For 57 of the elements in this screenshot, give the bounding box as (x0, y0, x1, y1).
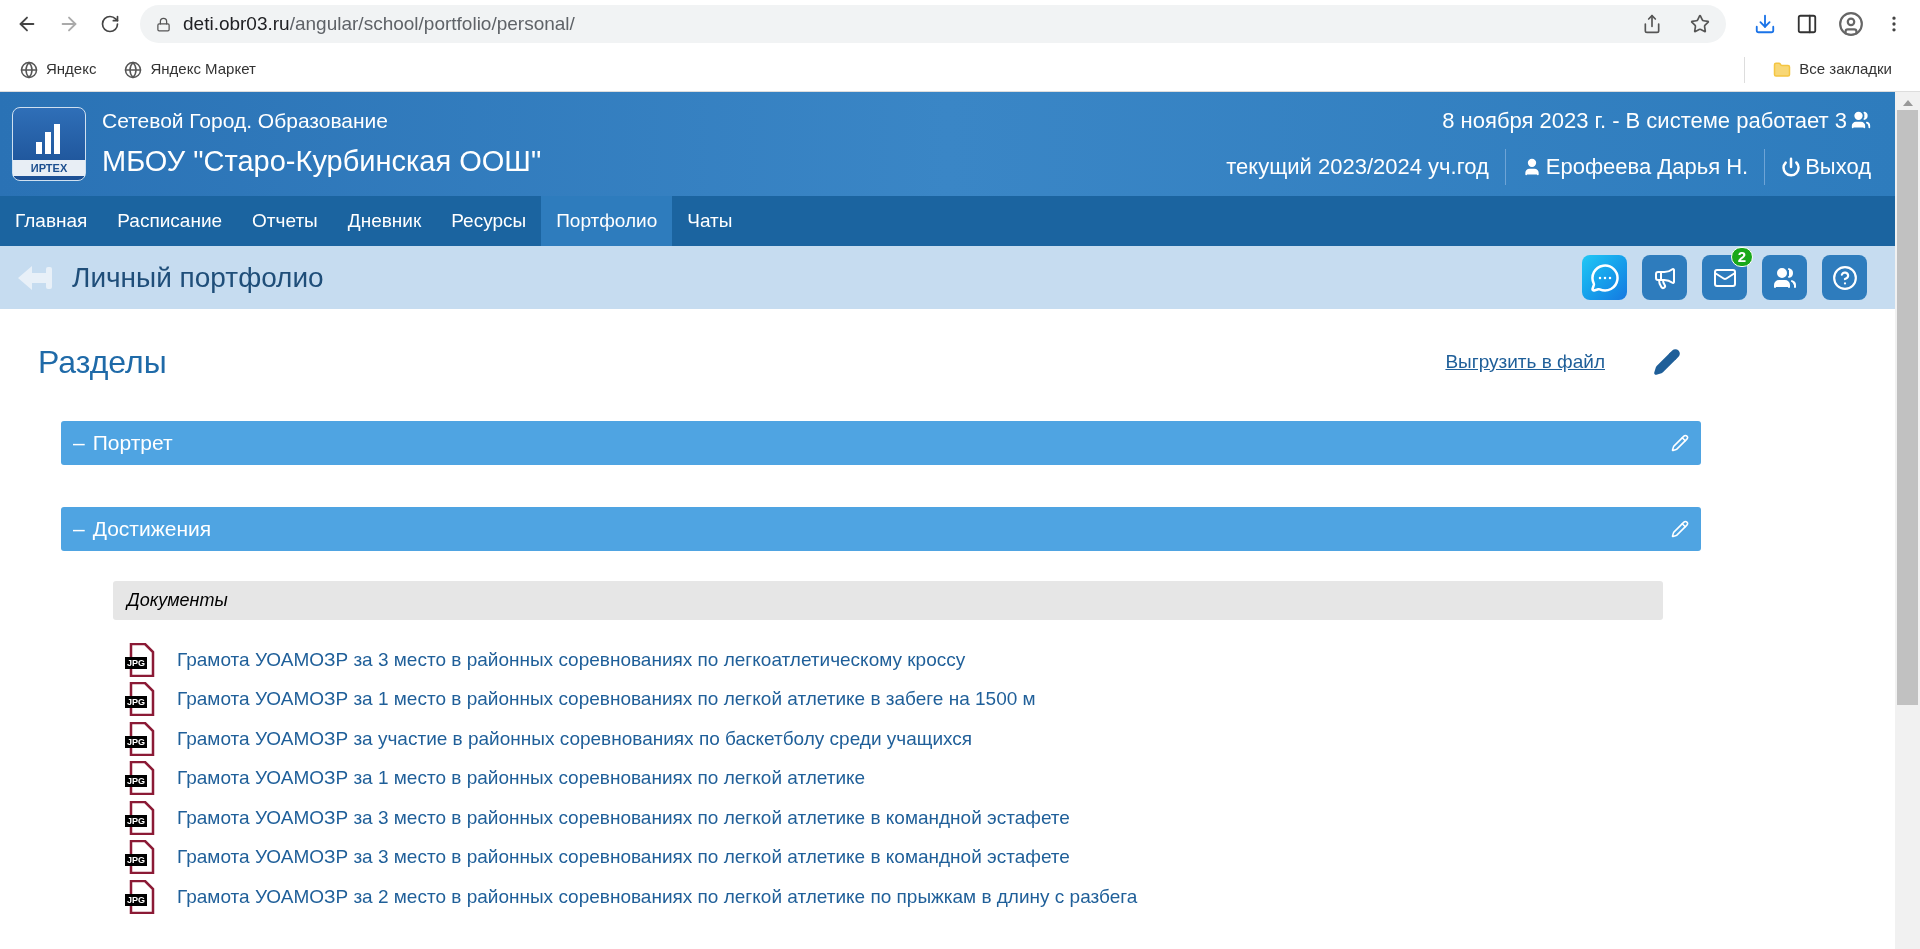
power-icon (1781, 156, 1802, 177)
school-name: МБОУ "Старо-Курбинская ООШ" (102, 144, 542, 179)
chat-bubble-icon (1589, 262, 1620, 293)
edit-icon[interactable] (1653, 348, 1681, 376)
bookmark-link[interactable]: Яндекс Маркет (150, 58, 256, 81)
nav-tab[interactable]: Отчеты (237, 196, 333, 246)
share-icon[interactable] (1642, 14, 1662, 34)
online-status: 8 ноября 2023 г. - В системе работает 3 (1442, 106, 1847, 135)
document-link[interactable]: Грамота УОАМОЗР за 1 место в районных соревнованиях по легкой атлетике в забеге на 1500 м (177, 685, 1036, 714)
address-bar[interactable]: deti.obr03.ru/angular/school/portfolio/personal/ (140, 5, 1726, 43)
user-name[interactable]: Ерофеева Дарья Н. (1545, 150, 1749, 183)
documents-heading: Документы (113, 581, 1663, 620)
document-link[interactable]: Грамота УОАМОЗР за 1 место в районных соревнованиях по легкой атлетике (177, 764, 866, 793)
unread-badge: 2 (1730, 247, 1753, 267)
contacts-button[interactable] (1762, 255, 1807, 300)
reload-icon[interactable] (100, 14, 120, 34)
section-title: Достижения (92, 516, 212, 543)
users-icon (1851, 110, 1871, 130)
bookmark-star-icon[interactable] (1690, 14, 1710, 34)
nav-tab[interactable]: Расписание (102, 196, 238, 246)
scrollbar[interactable] (1895, 92, 1920, 949)
help-button[interactable] (1822, 255, 1867, 300)
scroll-up-icon[interactable] (1902, 100, 1913, 106)
document-link[interactable]: Грамота УОАМОЗР за 3 место в районных соревнованиях по легкой атлетике в командной эстафете (177, 803, 1070, 832)
document-link[interactable]: Грамота УОАМОЗР за 2 место в районных соревнованиях по легкой атлетике по прыжкам в длину с разбега (177, 882, 1138, 911)
megaphone-icon (1652, 265, 1677, 290)
download-icon[interactable] (1754, 13, 1776, 35)
users-icon (1772, 265, 1797, 290)
page-title: Личный портфолио (72, 260, 324, 295)
nav-tab[interactable]: Дневник (332, 196, 437, 246)
folder-icon (1773, 60, 1792, 79)
globe-icon (124, 60, 143, 79)
nav-tab[interactable]: Ресурсы (436, 196, 542, 246)
export-link[interactable]: Выгрузить в файл (1445, 347, 1605, 377)
lock-icon (156, 16, 171, 32)
section-title: Портрет (92, 430, 173, 457)
logo-text: ИРТЕХ (13, 159, 85, 176)
school-year[interactable]: текущий 2023/2024 уч.год (1226, 150, 1505, 183)
logout-link[interactable]: Выход (1805, 150, 1871, 183)
document-link[interactable]: Грамота УОАМОЗР за 3 место в районных соревнованиях по легкоатлетическому кроссу (177, 645, 966, 674)
announcements-button[interactable] (1642, 255, 1687, 300)
nav-tab[interactable]: Портфолио (541, 196, 673, 246)
document-link[interactable]: Грамота УОАМОЗР за участие в районных соревнованиях по баскетболу среди учащихся (177, 724, 973, 753)
profile-icon[interactable] (1838, 11, 1864, 37)
bookmark-link[interactable]: Яндекс (46, 58, 97, 81)
system-name: Сетевой Город. Образование (102, 107, 389, 134)
help-icon (1831, 264, 1858, 291)
nav-tab[interactable]: Чаты (672, 196, 748, 246)
sections-heading: Разделы (38, 343, 167, 382)
bookmark-folder[interactable]: Все закладки (1799, 58, 1892, 81)
chat-button[interactable] (1582, 255, 1627, 300)
url-text: deti.obr03.ru/angular/school/portfolio/personal/ (183, 11, 575, 36)
nav-tab[interactable]: Главная (0, 196, 103, 246)
logo[interactable]: ИРТЕХ (12, 107, 86, 181)
side-panel-icon[interactable] (1796, 13, 1818, 35)
document-link[interactable]: Грамота УОАМОЗР за 3 место в районных соревнованиях по легкой атлетике в командной эстафете (177, 843, 1070, 872)
globe-icon (20, 60, 38, 79)
